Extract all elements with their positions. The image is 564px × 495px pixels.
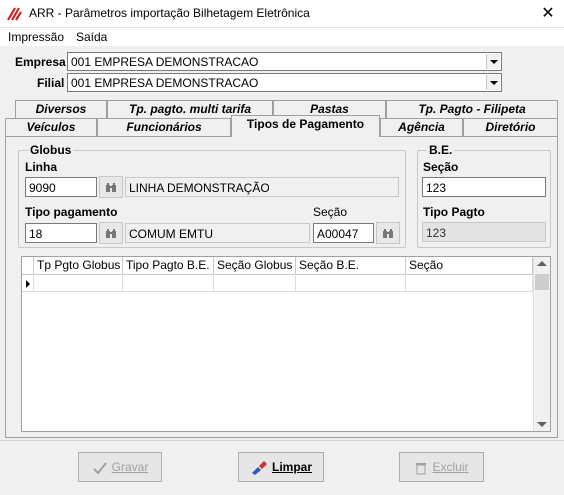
linha-desc-value: LINHA DEMONSTRAÇÃO — [129, 181, 270, 195]
menu-impressao[interactable]: Impressão — [8, 30, 64, 44]
excluir-button[interactable]: Excluir — [399, 452, 484, 482]
col-secao-be[interactable]: Seção B.E. — [296, 257, 406, 275]
col-secao[interactable]: Seção — [406, 257, 533, 275]
grid-scrollbar[interactable] — [533, 257, 550, 431]
trash-icon — [416, 462, 427, 475]
app-logo-icon — [7, 7, 22, 21]
secao-globus-value: A00047 — [317, 227, 359, 241]
limpar-button[interactable]: Limpar — [238, 452, 324, 482]
tab-veiculos[interactable]: Veículos — [5, 118, 97, 136]
excluir-label: Excluir — [432, 460, 469, 474]
check-icon — [92, 462, 107, 475]
globus-title: Globus — [28, 143, 74, 157]
secao-search-button[interactable] — [376, 222, 400, 244]
filial-select[interactable]: 001 EMPRESA DEMONSTRACAO — [67, 73, 502, 92]
binoculars-icon — [106, 229, 116, 238]
tipo-code-value: 18 — [29, 227, 43, 241]
empresa-label: Empresa — [15, 55, 66, 69]
chevron-down-icon[interactable] — [486, 54, 500, 69]
filial-label: Filial — [37, 76, 65, 90]
tipo-pagamento-code-input[interactable]: 18 — [25, 223, 97, 243]
linha-code-input[interactable]: 9090 — [25, 177, 97, 197]
be-tipo-value: 123 — [426, 226, 447, 240]
binoculars-icon — [106, 183, 116, 192]
grid-cell[interactable] — [123, 276, 214, 292]
eraser-brush-icon — [251, 460, 267, 475]
grid-cell[interactable] — [296, 276, 406, 292]
empresa-value: 001 EMPRESA DEMONSTRACAO — [71, 55, 259, 69]
scroll-thumb[interactable] — [535, 274, 549, 290]
tipo-desc-field: COMUM EMTU — [125, 223, 310, 243]
tab-tp-pagto-filipeta[interactable]: Tp. Pagto - Filipeta — [386, 100, 558, 118]
binoculars-icon — [383, 229, 393, 238]
divider — [0, 440, 564, 441]
tab-tipos-de-pagamento[interactable]: Tipos de Pagamento — [231, 115, 380, 137]
grid-cell[interactable] — [214, 276, 296, 292]
tipo-pagamento-label: Tipo pagamento — [25, 205, 118, 219]
linha-search-button[interactable] — [99, 176, 123, 198]
chevron-down-icon[interactable] — [486, 75, 500, 90]
be-secao-label: Seção — [423, 160, 459, 174]
be-tipo-label: Tipo Pagto — [423, 205, 485, 219]
row-pointer-icon — [26, 280, 30, 288]
linha-label: Linha — [25, 160, 57, 174]
tab-diversos[interactable]: Diversos — [15, 100, 107, 118]
empresa-select[interactable]: 001 EMPRESA DEMONSTRACAO — [67, 52, 502, 71]
tab-funcionarios[interactable]: Funcionários — [97, 118, 231, 136]
scroll-up-icon[interactable] — [537, 261, 547, 266]
grid-cell[interactable] — [406, 276, 533, 292]
menu-saida[interactable]: Saída — [76, 30, 107, 44]
tipo-desc-value: COMUM EMTU — [129, 227, 213, 241]
row-indicator — [22, 276, 34, 292]
col-tp-pgto-globus[interactable]: Tp Pgto Globus — [34, 257, 123, 275]
col-tipo-pagto-be[interactable]: Tipo Pagto B.E. — [123, 257, 214, 275]
tipo-search-button[interactable] — [99, 222, 123, 244]
grid-cell[interactable] — [34, 276, 123, 292]
window-title: ARR - Parâmetros importação Bilhetagem E… — [29, 6, 310, 20]
limpar-label: Limpar — [271, 460, 312, 474]
col-secao-globus[interactable]: Seção Globus — [214, 257, 296, 275]
gravar-label: Gravar — [111, 460, 149, 474]
be-secao-value: 123 — [426, 181, 447, 195]
mapping-grid[interactable]: Tp Pgto Globus Tipo Pagto B.E. Seção Glo… — [21, 256, 551, 432]
be-title: B.E. — [427, 143, 455, 157]
secao-globus-label: Seção — [313, 205, 348, 219]
be-tipo-field: 123 — [422, 222, 546, 242]
linha-code-value: 9090 — [29, 181, 56, 195]
tab-diretorio[interactable]: Diretório — [463, 118, 558, 136]
gravar-button[interactable]: Gravar — [78, 452, 162, 482]
close-button[interactable]: ✕ — [532, 2, 564, 26]
menu-bar: Impressão Saída — [0, 28, 564, 46]
tab-agencia[interactable]: Agência — [380, 118, 463, 136]
filial-value: 001 EMPRESA DEMONSTRACAO — [71, 76, 259, 90]
linha-desc-field: LINHA DEMONSTRAÇÃO — [125, 177, 399, 197]
title-bar: ARR - Parâmetros importação Bilhetagem E… — [0, 0, 564, 28]
scroll-down-icon[interactable] — [537, 422, 547, 427]
secao-globus-input[interactable]: A00047 — [313, 223, 374, 243]
grid-corner — [22, 257, 34, 275]
be-secao-input[interactable]: 123 — [422, 177, 546, 197]
